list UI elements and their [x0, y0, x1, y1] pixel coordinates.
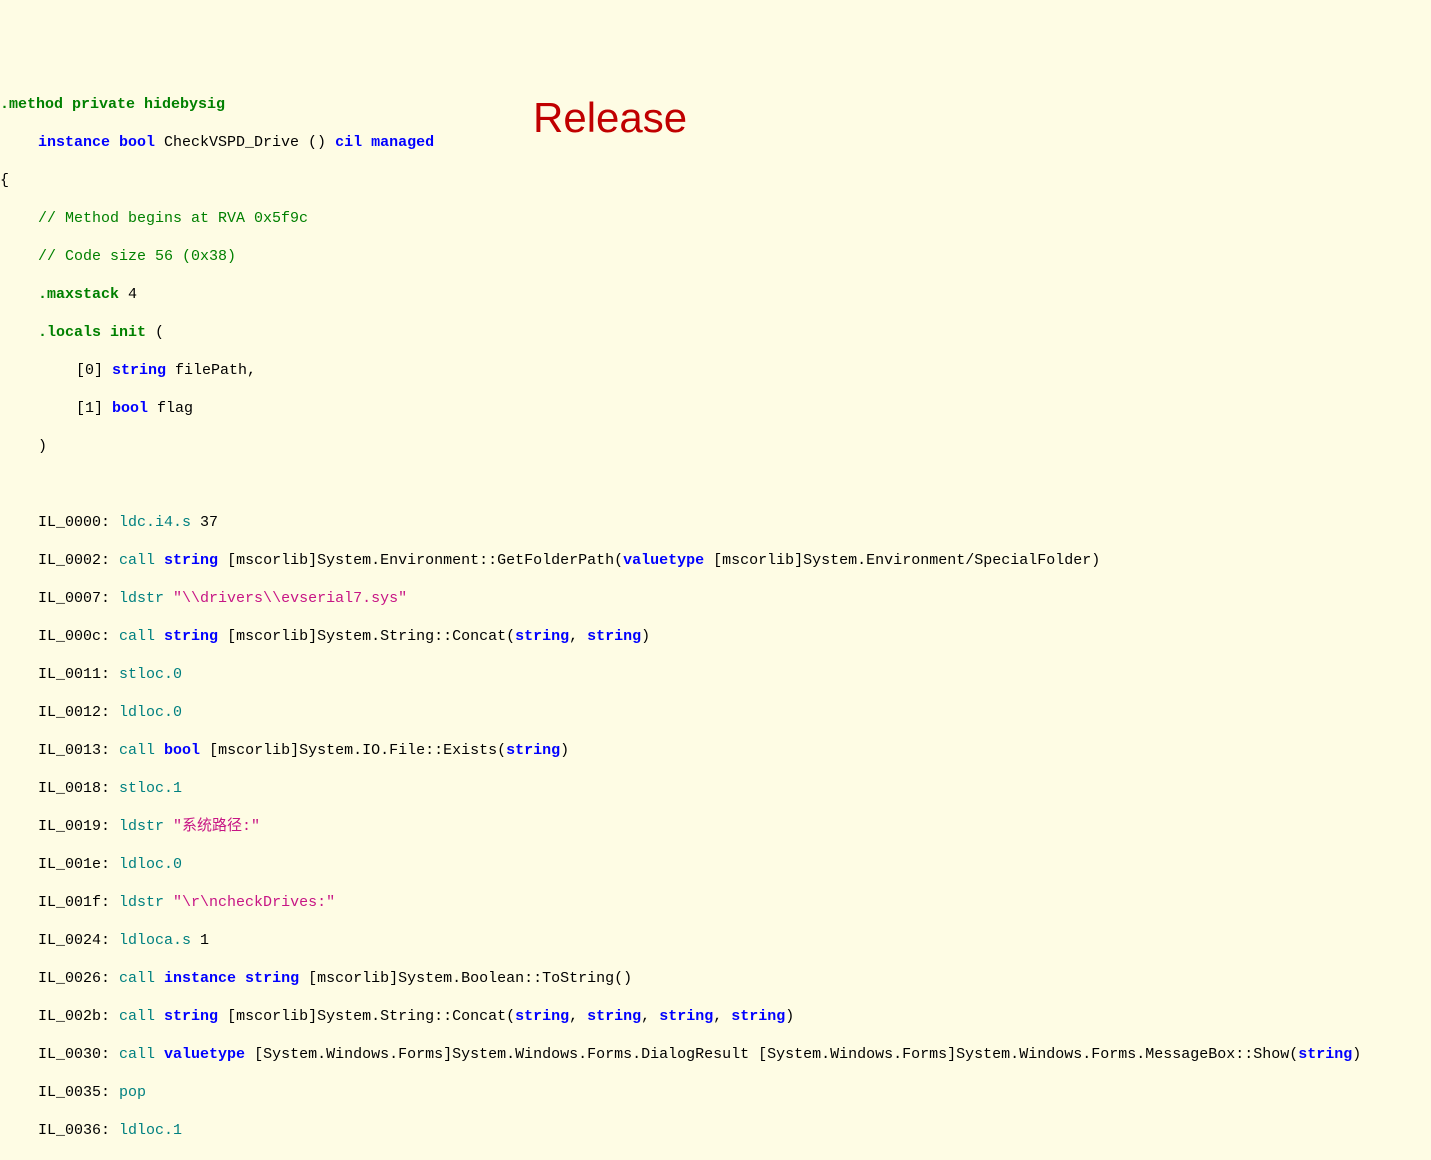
il-label: IL_000c:: [38, 628, 119, 645]
il-label: IL_0013:: [38, 742, 119, 759]
il-label: IL_0000:: [38, 514, 119, 531]
il-op: call: [119, 1046, 155, 1063]
type: string: [515, 1008, 569, 1025]
type: string: [515, 628, 569, 645]
local-1-name: flag: [148, 400, 193, 417]
il-op: ldstr: [119, 590, 164, 607]
il-op: ldstr: [119, 894, 164, 911]
il-text: [mscorlib]System.Environment/SpecialFold…: [704, 552, 1100, 569]
local-1-idx: [1]: [76, 400, 112, 417]
open-brace: {: [0, 172, 9, 189]
string-literal: "\r\ncheckDrives:": [173, 894, 335, 911]
il-op: stloc.1: [119, 780, 182, 797]
maxstack-val: 4: [119, 286, 137, 303]
cil-managed: cil managed: [335, 134, 434, 151]
il-text: [mscorlib]System.Environment::GetFolderP…: [218, 552, 623, 569]
local-0-type: string: [112, 362, 166, 379]
instance-bool: instance bool: [38, 134, 155, 151]
maxstack: .maxstack: [38, 286, 119, 303]
local-1-type: bool: [112, 400, 148, 417]
il-op: ldloc.0: [119, 856, 182, 873]
il-label: IL_001f:: [38, 894, 119, 911]
il-op: ldloc.0: [119, 704, 182, 721]
il-label: IL_002b:: [38, 1008, 119, 1025]
il-label: IL_0035:: [38, 1084, 119, 1101]
type: string: [506, 742, 560, 759]
il-label: IL_0012:: [38, 704, 119, 721]
type: string: [659, 1008, 713, 1025]
il-op: stloc.0: [119, 666, 182, 683]
il-op: pop: [119, 1084, 146, 1101]
local-0-idx: [0]: [76, 362, 112, 379]
il-code-block: .method private hidebysig instance bool …: [0, 76, 1431, 1160]
method-name: CheckVSPD_Drive (): [155, 134, 335, 151]
locals-close: ): [38, 438, 47, 455]
valuetype: valuetype: [623, 552, 704, 569]
il-label: IL_0030:: [38, 1046, 119, 1063]
string-literal: "系统路径:": [173, 818, 260, 835]
type: string: [587, 1008, 641, 1025]
il-arg: 37: [191, 514, 218, 531]
type: bool: [164, 742, 200, 759]
instance-string: instance string: [164, 970, 299, 987]
il-arg: 1: [191, 932, 209, 949]
il-text: [System.Windows.Forms]System.Windows.For…: [245, 1046, 1298, 1063]
il-label: IL_0036:: [38, 1122, 119, 1139]
string-literal: "\\drivers\\evserial7.sys": [173, 590, 407, 607]
il-text: [mscorlib]System.String::Concat(: [218, 628, 515, 645]
il-op: call: [119, 552, 155, 569]
il-label: IL_0024:: [38, 932, 119, 949]
type: string: [164, 628, 218, 645]
il-label: IL_0026:: [38, 970, 119, 987]
type: string: [164, 552, 218, 569]
type: string: [587, 628, 641, 645]
il-label: IL_0007:: [38, 590, 119, 607]
il-text: [mscorlib]System.IO.File::Exists(: [200, 742, 506, 759]
il-text: [mscorlib]System.String::Concat(: [218, 1008, 515, 1025]
il-op: call: [119, 970, 155, 987]
local-0-name: filePath,: [166, 362, 256, 379]
method-sig: .method private hidebysig: [0, 96, 225, 113]
comment-rva: // Method begins at RVA 0x5f9c: [38, 210, 308, 227]
il-op: ldstr: [119, 818, 164, 835]
il-op: ldc.i4.s: [119, 514, 191, 531]
valuetype: valuetype: [164, 1046, 245, 1063]
il-op: call: [119, 1008, 155, 1025]
locals-open: (: [146, 324, 164, 341]
il-label: IL_0019:: [38, 818, 119, 835]
il-label: IL_0018:: [38, 780, 119, 797]
type: string: [1298, 1046, 1352, 1063]
il-op: ldloc.1: [119, 1122, 182, 1139]
locals-init: .locals init: [38, 324, 146, 341]
il-op: call: [119, 742, 155, 759]
release-label: Release: [533, 108, 687, 127]
il-label: IL_001e:: [38, 856, 119, 873]
il-op: ldloca.s: [119, 932, 191, 949]
il-text: [mscorlib]System.Boolean::ToString(): [299, 970, 632, 987]
type: string: [164, 1008, 218, 1025]
il-label: IL_0011:: [38, 666, 119, 683]
comment-codesize: // Code size 56 (0x38): [38, 248, 236, 265]
il-label: IL_0002:: [38, 552, 119, 569]
il-op: call: [119, 628, 155, 645]
type: string: [731, 1008, 785, 1025]
